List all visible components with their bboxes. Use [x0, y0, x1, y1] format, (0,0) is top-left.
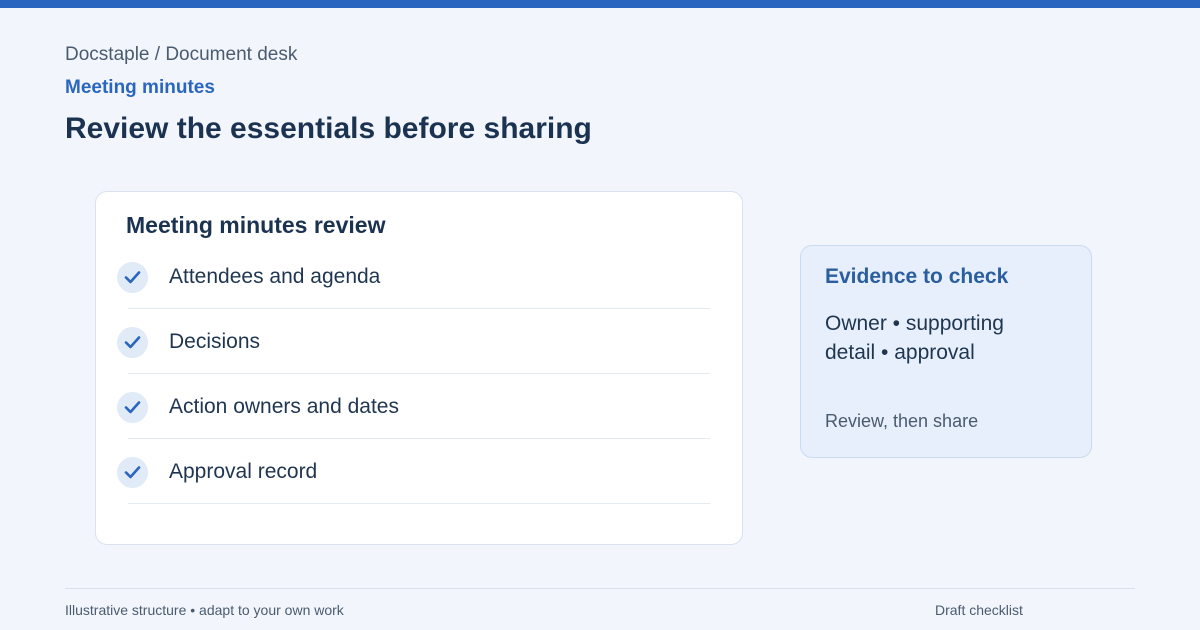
footer-status: Draft checklist — [935, 602, 1023, 618]
evidence-note: Review, then share — [825, 411, 979, 431]
check-icon — [117, 262, 148, 293]
check-icon — [117, 327, 148, 358]
footer-divider — [65, 588, 1135, 589]
divider — [128, 503, 710, 504]
checklist-item-label: Approval record — [169, 460, 318, 483]
footer-note: Illustrative structure • adapt to your o… — [65, 602, 344, 618]
checklist-title: Meeting minutes review — [126, 212, 386, 238]
checklist-item[interactable]: Decisions — [96, 309, 742, 374]
top-accent-bar — [0, 0, 1200, 8]
checklist-card: Meeting minutes review Attendees and age… — [95, 191, 743, 545]
check-icon — [117, 457, 148, 488]
check-icon — [117, 392, 148, 423]
checklist-item-label: Action owners and dates — [169, 395, 399, 418]
checklist-item-label: Attendees and agenda — [169, 265, 381, 288]
checklist-item-label: Decisions — [169, 330, 261, 353]
evidence-panel: Evidence to check Owner • supporting det… — [800, 245, 1092, 458]
section-kicker: Meeting minutes — [65, 77, 215, 98]
breadcrumb: Docstaple / Document desk — [65, 44, 298, 65]
checklist-item[interactable]: Approval record — [96, 439, 742, 504]
checklist-item[interactable]: Action owners and dates — [96, 374, 742, 439]
evidence-text: Owner • supporting detail • approval — [825, 312, 1004, 364]
evidence-title: Evidence to check — [825, 265, 1009, 288]
page-title: Review the essentials before sharing — [65, 112, 592, 145]
checklist-item[interactable]: Attendees and agenda — [96, 244, 742, 309]
